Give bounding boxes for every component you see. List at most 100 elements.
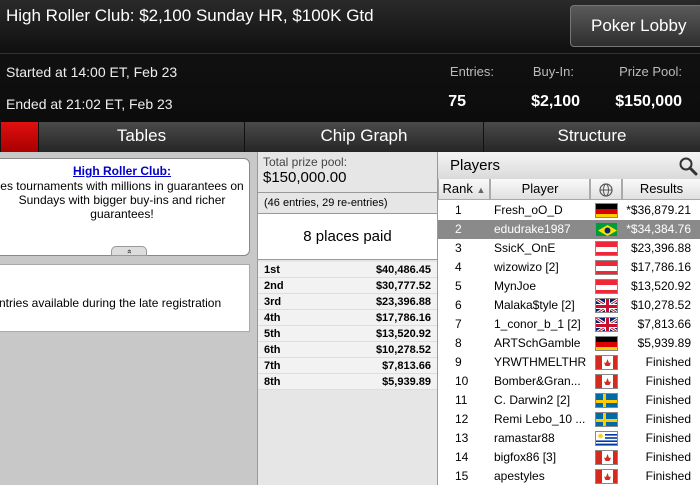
total-prize-pool-label: Total prize pool: <box>263 155 348 169</box>
player-result: *$34,384.76 <box>626 222 691 236</box>
player-result: Finished <box>645 450 691 464</box>
poker-lobby-button[interactable]: Poker Lobby <box>570 5 700 47</box>
rank-header-label: Rank <box>442 181 473 196</box>
player-name: YRWTHMELTHR <box>494 355 587 369</box>
players-list: 1 Fresh_oO_D *$36,879.21 2 edudrake1987 *$34,… <box>438 201 700 485</box>
player-rank: 2 <box>455 222 462 236</box>
info-panel: High Roller Club: es tournaments with mi… <box>0 152 257 485</box>
player-rank: 3 <box>455 241 462 255</box>
players-title: Players <box>450 157 501 174</box>
country-flag-icon <box>595 222 618 237</box>
players-header: Players <box>438 152 700 179</box>
player-row[interactable]: 4 wizowizo [2] $17,786.16 <box>438 258 700 277</box>
player-row[interactable]: 13 ramastar88 Finished <box>438 429 700 448</box>
player-rank: 7 <box>455 317 462 331</box>
double-chevron-icon: » <box>124 249 134 254</box>
player-rank: 1 <box>455 203 462 217</box>
country-flag-icon <box>595 260 618 275</box>
player-row[interactable]: 11 C. Darwin2 [2] Finished <box>438 391 700 410</box>
payout-amount: $13,520.92 <box>375 328 431 340</box>
payout-amount: $17,786.16 <box>375 312 431 324</box>
player-row[interactable]: 8 ARTSchGamble $5,939.89 <box>438 334 700 353</box>
payout-amount: $7,813.66 <box>382 360 431 372</box>
buyin-label: Buy-In: <box>532 64 574 79</box>
player-column-header[interactable]: Player <box>490 179 590 200</box>
player-result: $13,520.92 <box>630 279 691 293</box>
player-result: Finished <box>645 393 691 407</box>
player-rank: 4 <box>455 260 462 274</box>
player-row[interactable]: 7 1_conor_b_1 [2] $7,813.66 <box>438 315 700 334</box>
total-prize-pool-amount: $150,000.00 <box>263 169 347 186</box>
player-rank: 6 <box>455 298 462 312</box>
player-row[interactable]: 1 Fresh_oO_D *$36,879.21 <box>438 201 700 220</box>
payout-row: 6th $10,278.52 <box>258 342 437 358</box>
player-rank: 14 <box>455 450 469 464</box>
payout-row: 5th $13,520.92 <box>258 326 437 342</box>
prize-panel: Total prize pool: $150,000.00 (46 entrie… <box>257 152 437 485</box>
tab-chip-graph[interactable]: Chip Graph <box>244 122 483 152</box>
player-name: Fresh_oO_D <box>494 203 563 217</box>
payout-place: 7th <box>264 360 281 372</box>
late-registration-note: ntries available during the late registr… <box>0 264 250 332</box>
player-row[interactable]: 2 edudrake1987 *$34,384.76 <box>438 220 700 239</box>
player-row[interactable]: 6 Malaka$tyle [2] $10,278.52 <box>438 296 700 315</box>
player-row[interactable]: 12 Remi Lebo_10 ... Finished <box>438 410 700 429</box>
payout-place: 1st <box>264 264 280 276</box>
payout-place: 8th <box>264 376 281 388</box>
tournament-title: High Roller Club: $2,100 Sunday HR, $100… <box>6 6 374 25</box>
high-roller-club-link[interactable]: High Roller Club: <box>0 164 249 178</box>
payout-row: 2nd $30,777.52 <box>258 278 437 294</box>
player-name: Malaka$tyle [2] <box>494 298 575 312</box>
player-row[interactable]: 5 MynJoe $13,520.92 <box>438 277 700 296</box>
player-row[interactable]: 9 YRWTHMELTHR Finished <box>438 353 700 372</box>
country-flag-icon <box>595 450 618 465</box>
results-column-header[interactable]: Results <box>622 179 700 200</box>
country-flag-icon <box>595 317 618 332</box>
player-name: edudrake1987 <box>494 222 571 236</box>
buyin-value: $2,100 <box>531 93 580 110</box>
payout-row: 8th $5,939.89 <box>258 374 437 390</box>
payout-amount: $30,777.52 <box>375 280 431 292</box>
country-flag-icon <box>595 298 618 313</box>
rank-column-header[interactable]: Rank ▲ <box>438 179 490 200</box>
payout-amount: $10,278.52 <box>375 344 431 356</box>
player-row[interactable]: 10 Bomber&Gran... Finished <box>438 372 700 391</box>
country-flag-icon <box>595 203 618 218</box>
tab-structure[interactable]: Structure <box>483 122 700 152</box>
payout-row: 1st $40,486.45 <box>258 262 437 278</box>
tab-tables[interactable]: Tables <box>38 122 244 152</box>
entries-value: 75 <box>448 93 466 110</box>
sort-ascending-icon: ▲ <box>476 185 486 195</box>
search-icon[interactable] <box>678 156 698 176</box>
player-rank: 13 <box>455 431 469 445</box>
expand-description-button[interactable]: » <box>111 246 147 256</box>
payout-row: 4th $17,786.16 <box>258 310 437 326</box>
player-row[interactable]: 15 apestyles Finished <box>438 467 700 485</box>
player-rank: 10 <box>455 374 469 388</box>
player-rank: 15 <box>455 469 469 483</box>
payout-amount: $5,939.89 <box>382 376 431 388</box>
payout-row: 3rd $23,396.88 <box>258 294 437 310</box>
player-rank: 12 <box>455 412 469 426</box>
payout-amount: $40,486.45 <box>375 264 431 276</box>
player-rank: 5 <box>455 279 462 293</box>
player-name: ramastar88 <box>494 431 555 445</box>
country-flag-icon <box>595 241 618 256</box>
country-column-header[interactable] <box>590 179 622 200</box>
player-row[interactable]: 14 bigfox86 [3] Finished <box>438 448 700 467</box>
player-result: Finished <box>645 431 691 445</box>
prize-pool-summary: Total prize pool: $150,000.00 <box>258 152 437 191</box>
player-result: $23,396.88 <box>630 241 691 255</box>
player-name: MynJoe <box>494 279 537 293</box>
players-panel: Players Rank ▲ Player Results 1 Fresh_oO_… <box>437 152 700 485</box>
started-time: Started at 14:00 ET, Feb 23 <box>6 64 178 80</box>
player-result: Finished <box>645 469 691 483</box>
prize-pool-value: $150,000 <box>615 93 682 110</box>
player-result: Finished <box>645 374 691 388</box>
country-flag-icon <box>595 336 618 351</box>
prize-pool-label: Prize Pool: <box>619 64 682 79</box>
player-result: $7,813.66 <box>637 317 691 331</box>
player-row[interactable]: 3 SsicK_OnE $23,396.88 <box>438 239 700 258</box>
tab-info[interactable] <box>0 122 38 152</box>
player-name: Bomber&Gran... <box>494 374 581 388</box>
